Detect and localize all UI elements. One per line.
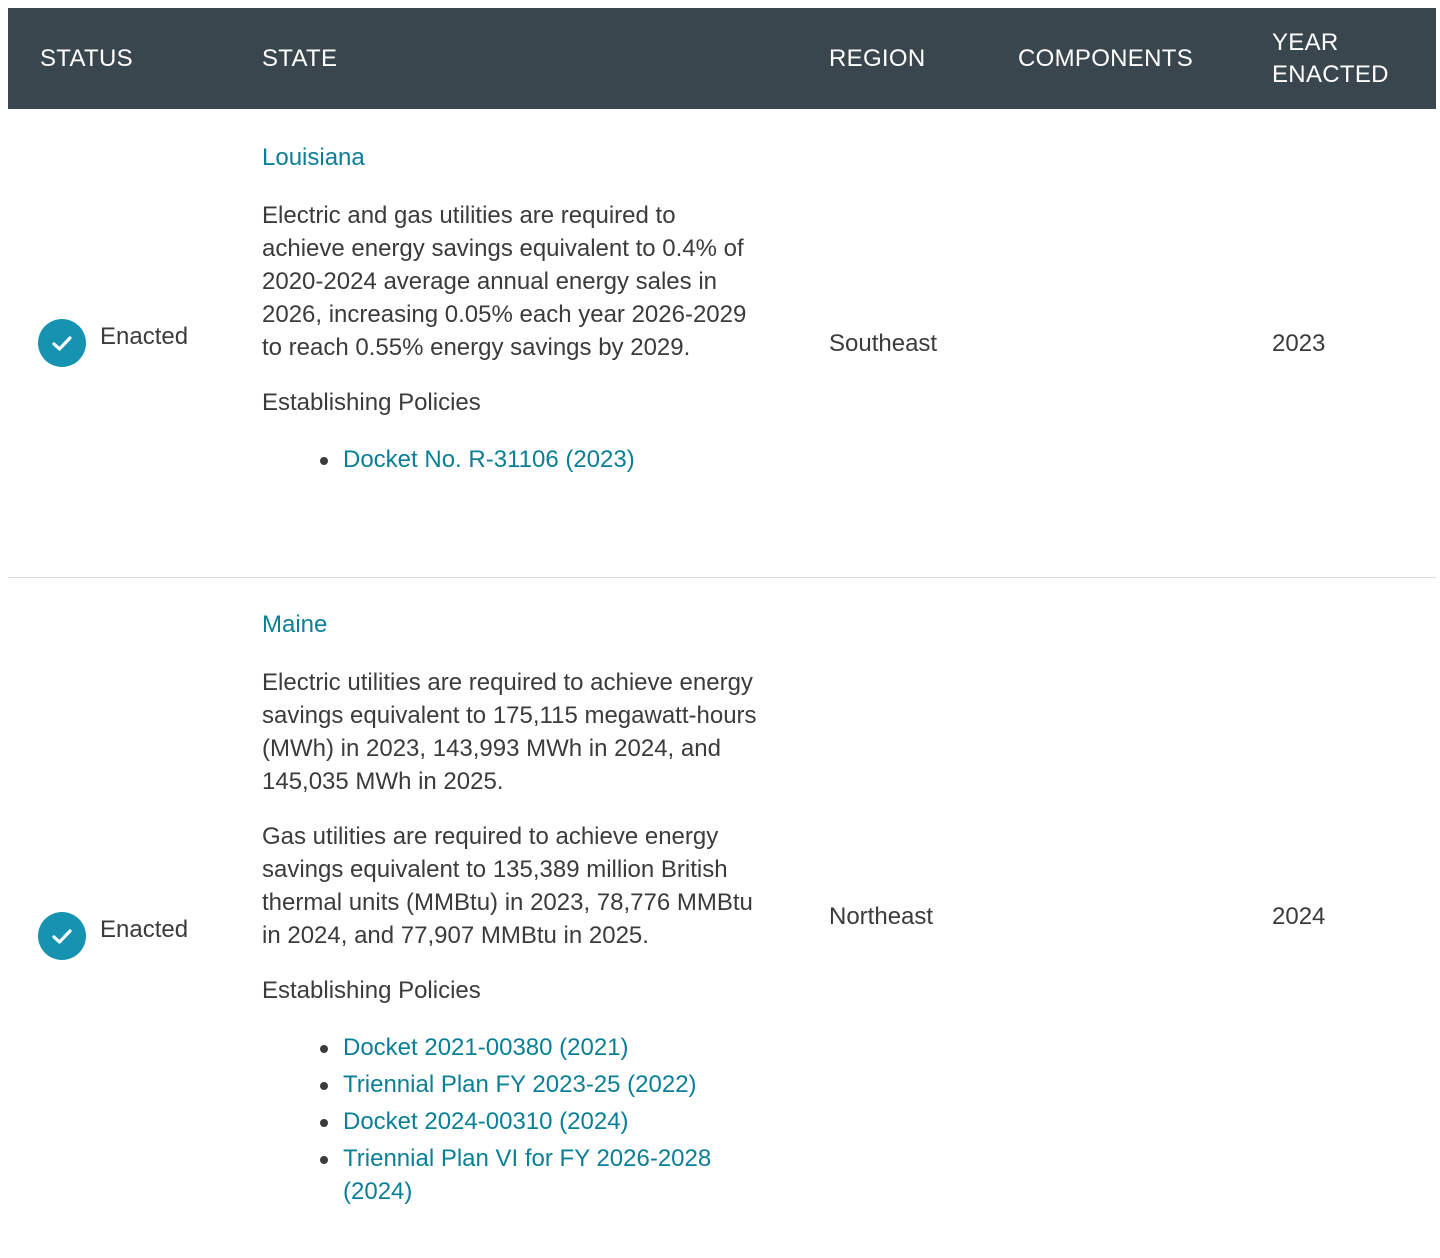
- column-header-status[interactable]: STATUS: [40, 8, 133, 109]
- policy-link[interactable]: Docket 2021-00380 (2021): [320, 1029, 762, 1066]
- policies-heading: Establishing Policies: [262, 977, 481, 1004]
- check-circle-icon: [38, 319, 86, 367]
- column-header-region[interactable]: REGION: [829, 8, 925, 109]
- year-cell: 2023: [1272, 330, 1326, 357]
- check-circle-icon: [38, 912, 86, 960]
- state-link[interactable]: Maine: [262, 608, 762, 641]
- status-cell: Enacted: [38, 319, 188, 367]
- table-row: Enacted Maine Electric utilities are req…: [8, 578, 1436, 1258]
- column-header-state[interactable]: STATE: [262, 8, 337, 109]
- state-cell: Louisiana Electric and gas utilities are…: [262, 141, 762, 478]
- policy-list: Docket 2021-00380 (2021) Triennial Plan …: [262, 1029, 762, 1208]
- description: Electric utilities are required to achie…: [262, 669, 757, 795]
- policy-link[interactable]: Docket 2024-00310 (2024): [320, 1103, 762, 1140]
- region-cell: Northeast: [829, 903, 934, 930]
- policy-table: STATUS STATE REGION COMPONENTS YEAR ENAC…: [8, 8, 1436, 1258]
- column-header-year-enacted[interactable]: YEAR ENACTED: [1272, 8, 1422, 109]
- status-cell: Enacted: [38, 912, 188, 960]
- table-header: STATUS STATE REGION COMPONENTS YEAR ENAC…: [8, 8, 1436, 109]
- policies-heading: Establishing Policies: [262, 389, 481, 416]
- region-cell: Southeast: [829, 330, 938, 357]
- policy-link[interactable]: Triennial Plan VI for FY 2026-2028 (2024…: [320, 1140, 762, 1208]
- policy-link[interactable]: Docket No. R-31106 (2023): [320, 441, 762, 478]
- column-header-components[interactable]: COMPONENTS: [1018, 8, 1193, 109]
- status-label: Enacted: [100, 916, 189, 943]
- state-cell: Maine Electric utilities are required to…: [262, 608, 762, 1208]
- policy-link[interactable]: Triennial Plan FY 2023-25 (2022): [320, 1066, 762, 1103]
- description: Gas utilities are required to achieve en…: [262, 823, 753, 949]
- state-link[interactable]: Louisiana: [262, 141, 762, 174]
- description: Electric and gas utilities are required …: [262, 202, 747, 361]
- table-row: Enacted Louisiana Electric and gas utili…: [8, 109, 1436, 578]
- year-cell: 2024: [1272, 903, 1326, 930]
- status-label: Enacted: [100, 323, 189, 350]
- policy-list: Docket No. R-31106 (2023): [262, 441, 762, 478]
